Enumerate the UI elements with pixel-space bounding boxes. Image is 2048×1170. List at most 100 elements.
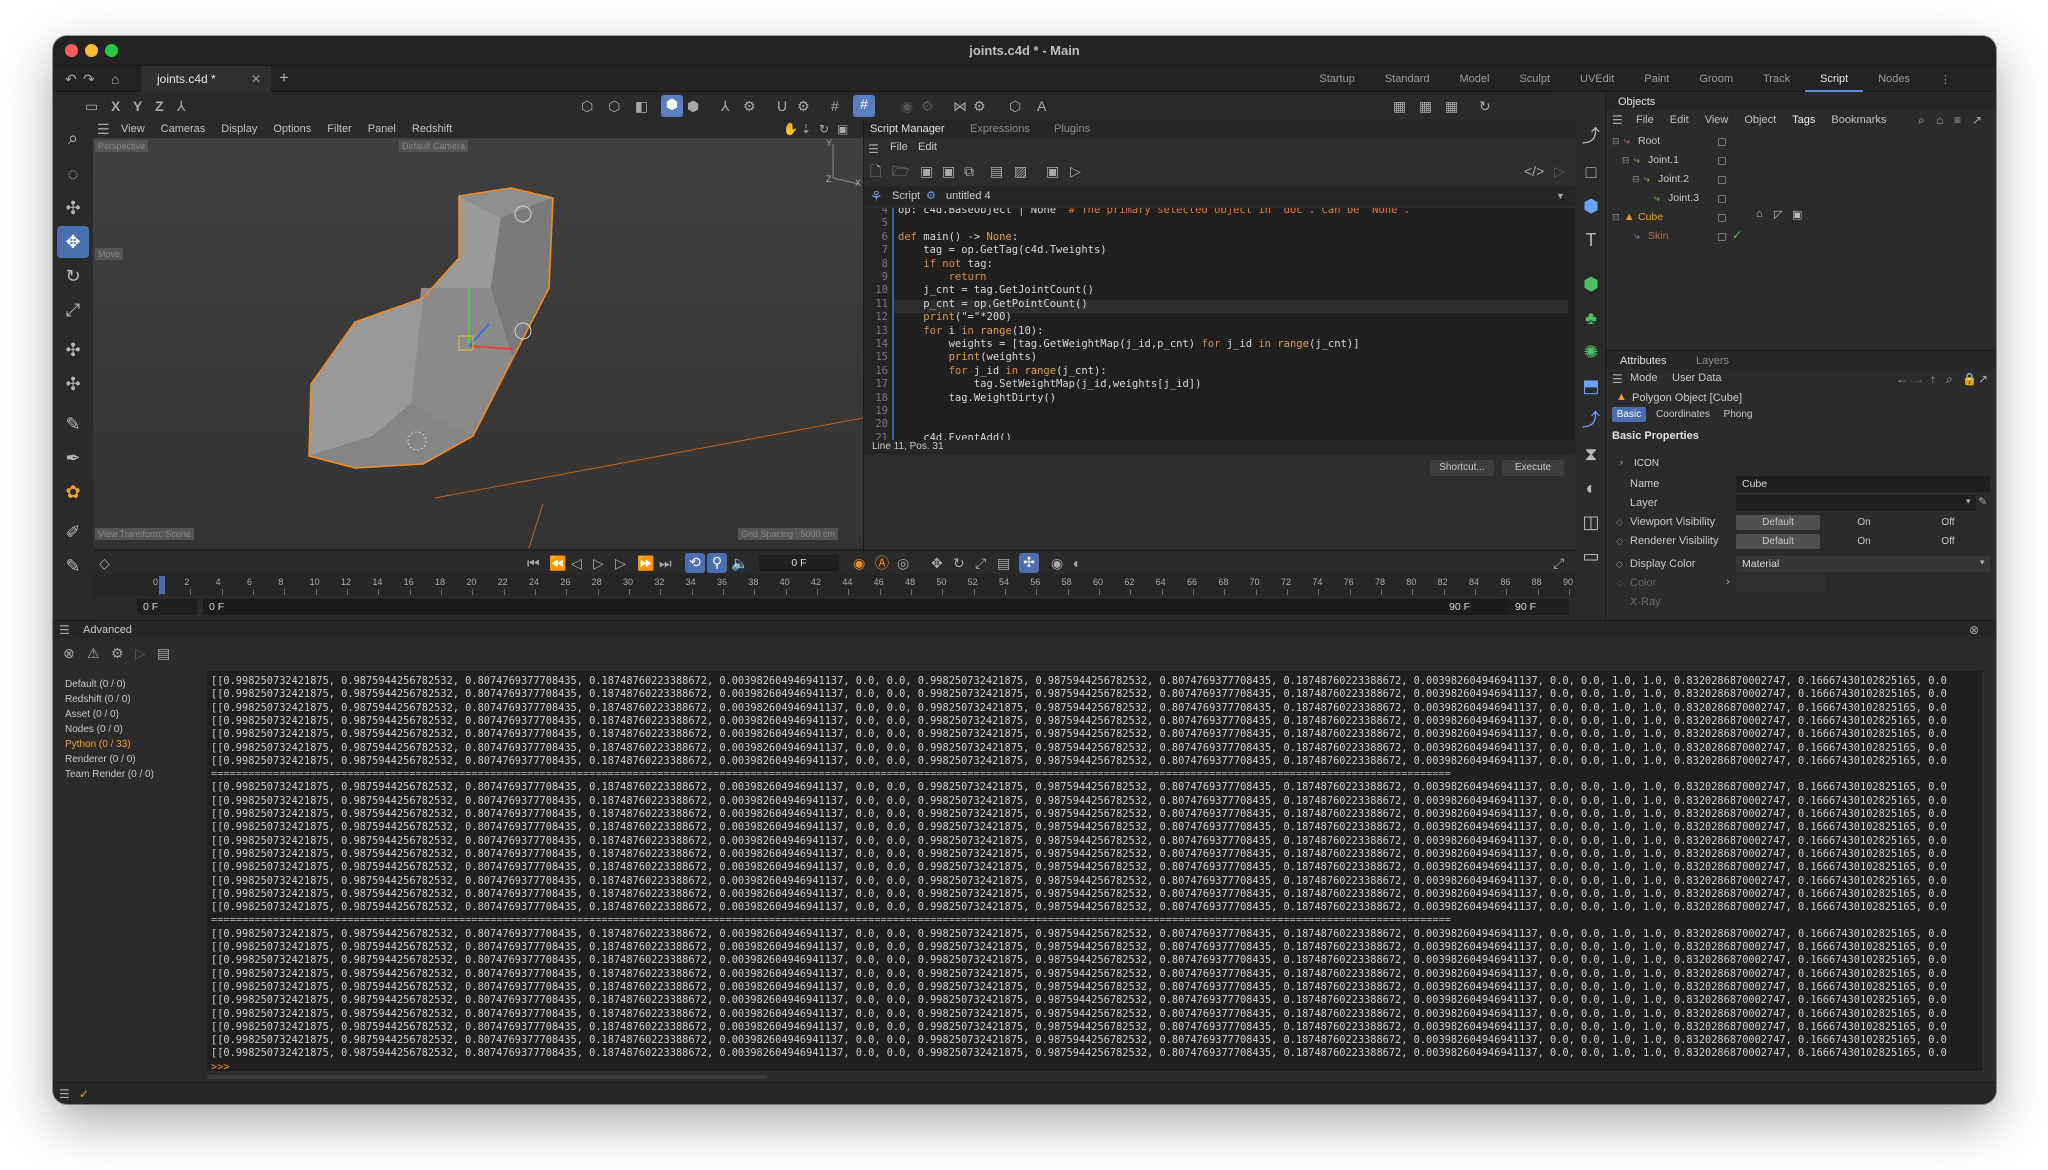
script-menu-file[interactable]: File [890,141,908,153]
tree-row-joint3[interactable]: ⤷ Joint.3 [1606,189,1996,208]
new-script-icon[interactable]: 🗋 [870,162,881,180]
open-script-icon[interactable]: 🗁 [892,162,909,180]
sculpt-icon[interactable]: A [1037,97,1046,115]
polygons-mode-icon[interactable]: ◧ [635,97,648,115]
pla-key-icon[interactable]: ✣ [1019,553,1039,573]
shortcut-button[interactable]: Shortcut... [1430,460,1494,476]
keyframe-mode-icon[interactable]: ◇ [99,554,110,572]
subtab-phong[interactable]: Phong [1718,407,1758,422]
category-renderer[interactable]: Renderer (0 / 0) [65,754,136,765]
renderer-on-option[interactable]: On [1822,534,1906,549]
spline-icon[interactable]: ⤴ [1575,404,1607,436]
category-team-render[interactable]: Team Render (0 / 0) [65,769,154,780]
status-menu-icon[interactable]: ☰ [59,1085,70,1103]
home-objects-icon[interactable]: ⌂ [1936,111,1943,129]
autokey-icon[interactable]: ⚲ [707,553,727,573]
render-settings-icon[interactable]: ⚙ [921,97,934,115]
sketch-tool-icon[interactable]: ✎ [57,550,89,582]
forward-icon[interactable]: → [1912,370,1924,388]
execute-button[interactable]: Execute [1502,460,1564,476]
previous-frame-icon[interactable]: ◁ [571,554,582,572]
model-mode-icon[interactable]: ⬢ [661,95,683,117]
console-menu-icon[interactable]: ☰ [59,621,70,639]
layout-model[interactable]: Model [1444,66,1504,92]
name-field[interactable]: Cube [1736,476,1990,492]
scene-cube[interactable] [93,138,863,548]
symmetry-settings-icon[interactable]: ⚙ [973,97,986,115]
playhead[interactable] [159,576,165,594]
lock-y-button[interactable]: Y [133,97,142,115]
tree-row-root[interactable]: ⊟ ⤷ Root [1606,132,1996,151]
phong-tag-icon[interactable]: ⌂ [1756,208,1763,220]
script-selector[interactable]: ⚘ Script ⚙ untitled 4 ▼ [864,186,1576,206]
keyframe-icon[interactable]: ◇ [1616,559,1623,570]
code-view-icon[interactable]: </> [1524,162,1544,180]
uvw-tag-icon[interactable]: ◸ [1774,208,1782,221]
objects-menu-edit[interactable]: Edit [1662,111,1697,129]
weight-tag-icon[interactable]: ▣ [1792,208,1802,221]
next-key-icon[interactable]: ⏩ [637,554,654,572]
tab-objects[interactable]: Objects [1618,96,1655,108]
objects-menu-bookmarks[interactable]: Bookmarks [1823,111,1894,129]
viewport-menu-redshift[interactable]: Redshift [404,120,460,138]
renderer-default-option[interactable]: Default [1736,534,1820,549]
move-tool-icon[interactable]: ✥ [57,226,89,258]
symmetry-icon[interactable]: ⋈ [953,97,967,115]
category-nodes[interactable]: Nodes (0 / 0) [65,724,123,735]
viewport-menu-cameras[interactable]: Cameras [153,120,214,138]
autokey-record-icon[interactable]: Ⓐ [875,554,889,572]
filter-icon[interactable]: ≡ [1954,111,1961,129]
layout-paint[interactable]: Paint [1629,66,1684,92]
search-icon[interactable]: ⌕ [57,122,89,154]
chevron-right-icon[interactable]: › [1726,576,1730,588]
clapper-icon[interactable]: ▤ [990,162,1003,180]
render-view-icon[interactable]: ▦ [1393,97,1406,115]
layer-dropdown-icon[interactable]: ▾ [1966,496,1971,507]
light-icon[interactable]: ◐ [1575,472,1607,504]
subtab-coordinates[interactable]: Coordinates [1650,407,1716,422]
rotation-key-icon[interactable]: ↻ [953,554,965,572]
attributes-menu-icon[interactable]: ☰ [1612,370,1623,388]
close-console-icon[interactable]: ⊗ [1969,621,1979,639]
object-icon[interactable]: ⬢ [1575,190,1607,222]
layer-field[interactable] [1736,495,1976,511]
play-icon[interactable]: ▷ [1554,162,1565,180]
pen-tool-icon[interactable]: ✎ [57,408,89,440]
tab-expressions[interactable]: Expressions [970,123,1030,135]
more-layouts-icon[interactable]: ⋮ [1925,66,1966,92]
generator-icon[interactable]: ⬢ [1575,268,1607,300]
bend-icon[interactable]: ⤴ [1575,120,1607,152]
rotate-view-icon[interactable]: ↻ [819,120,829,138]
renderer-off-option[interactable]: Off [1906,534,1990,549]
go-to-end-icon[interactable]: ⏭ [659,554,672,572]
collapse-icon[interactable]: ⊟ [1632,170,1640,189]
search-attributes-icon[interactable]: ⌕ [1946,370,1953,388]
live-selection-icon[interactable]: ✣ [57,192,89,224]
category-python[interactable]: Python (0 / 33) [65,739,131,750]
debug-icon[interactable]: ⚙ [111,644,124,662]
visibility-toggle[interactable] [1718,233,1726,241]
tree-row-joint1[interactable]: ⊟ ⤷ Joint.1 [1606,151,1996,170]
tree-row-joint2[interactable]: ⊟ ⤷ Joint.2 [1606,170,1996,189]
tree-row-skin[interactable]: ⤷ Skin [1606,227,1996,246]
viewport-menu-display[interactable]: Display [213,120,265,138]
texture-mode-icon[interactable]: ⬢ [687,97,699,115]
script-menu-icon[interactable]: ☰ [868,140,879,158]
timeline-settings-icon[interactable]: ◐ [1073,554,1081,572]
move-view-icon[interactable]: ⇣ [801,120,811,138]
viewport-menu-filter[interactable]: Filter [319,120,359,138]
min-time-field[interactable]: 0 F [137,599,197,615]
go-to-start-icon[interactable]: ⏮ [527,554,540,572]
close-tab-icon[interactable]: ✕ [251,72,261,86]
layout-track[interactable]: Track [1748,66,1805,92]
brush-tool-icon[interactable]: ✐ [57,516,89,548]
image-icon[interactable]: ▨ [1014,162,1027,180]
spline-pen-icon[interactable]: ✒ [57,442,89,474]
layout-uvedit[interactable]: UVEdit [1565,66,1629,92]
collapse-icon[interactable]: ⊟ [1622,151,1630,170]
attributes-menu-userdata[interactable]: User Data [1672,372,1722,384]
category-asset[interactable]: Asset (0 / 0) [65,709,119,720]
duplicate-icon[interactable]: ⧉ [964,162,974,180]
run-console-icon[interactable]: ▷ [135,644,146,662]
screenshot-icon[interactable]: ▣ [1046,162,1059,180]
